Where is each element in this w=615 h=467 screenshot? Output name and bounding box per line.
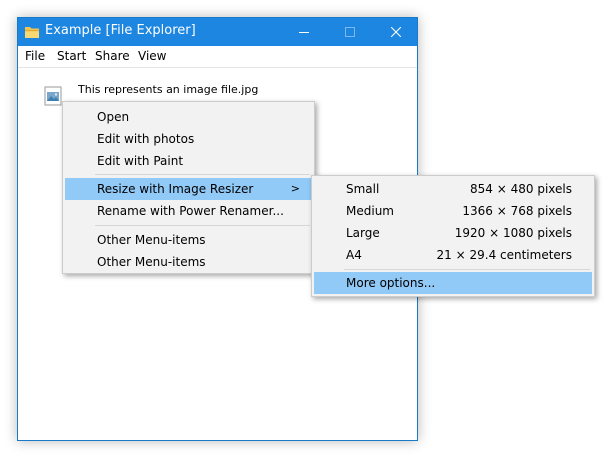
size-value: 854 × 480 pixels <box>470 182 572 196</box>
size-name: Large <box>346 226 380 240</box>
menu-separator <box>95 225 310 226</box>
menu-start[interactable]: Start <box>57 49 86 63</box>
maximize-button[interactable] <box>327 18 373 46</box>
size-value: 21 × 29.4 centimeters <box>436 248 572 262</box>
menu-item-edit-with-photos[interactable]: Edit with photos <box>65 128 312 150</box>
size-name: Medium <box>346 204 394 218</box>
more-options-label: More options... <box>346 276 436 290</box>
submenu-separator <box>344 269 590 270</box>
menu-item-other-2[interactable]: Other Menu-items <box>65 251 312 273</box>
close-button[interactable] <box>373 18 419 46</box>
file-name[interactable]: This represents an image file.jpg <box>78 83 258 96</box>
submenu-item-more-options[interactable]: More options... <box>314 272 592 294</box>
submenu-item-small[interactable]: Small 854 × 480 pixels <box>314 178 592 200</box>
menu-item-rename-with-power-renamer[interactable]: Rename with Power Renamer... <box>65 200 312 222</box>
menu-bar: File Start Share View <box>18 46 417 68</box>
size-name: A4 <box>346 248 362 262</box>
resize-submenu: Small 854 × 480 pixels Medium 1366 × 768… <box>311 175 595 297</box>
submenu-arrow-icon: > <box>290 182 300 195</box>
menu-item-label: Resize with Image Resizer <box>97 182 254 196</box>
menu-item-edit-with-paint[interactable]: Edit with Paint <box>65 150 312 172</box>
menu-file[interactable]: File <box>25 49 45 63</box>
size-name: Small <box>346 182 380 196</box>
menu-item-other-1[interactable]: Other Menu-items <box>65 229 312 251</box>
submenu-item-medium[interactable]: Medium 1366 × 768 pixels <box>314 200 592 222</box>
menu-item-open[interactable]: Open <box>65 106 312 128</box>
submenu-item-a4[interactable]: A4 21 × 29.4 centimeters <box>314 244 592 266</box>
minimize-button[interactable] <box>281 18 327 46</box>
image-file-icon[interactable] <box>43 86 63 106</box>
context-menu: Open Edit with photos Edit with Paint Re… <box>62 101 315 274</box>
size-value: 1366 × 768 pixels <box>462 204 572 218</box>
menu-separator <box>95 174 310 175</box>
close-icon <box>391 27 401 37</box>
menu-item-resize-with-image-resizer[interactable]: Resize with Image Resizer > <box>65 178 312 200</box>
menu-share[interactable]: Share <box>95 49 130 63</box>
submenu-item-large[interactable]: Large 1920 × 1080 pixels <box>314 222 592 244</box>
folder-icon <box>24 24 40 40</box>
window-title: Example [File Explorer] <box>45 23 196 38</box>
size-value: 1920 × 1080 pixels <box>454 226 572 240</box>
menu-view[interactable]: View <box>138 49 166 63</box>
title-bar[interactable]: Example [File Explorer] <box>18 18 417 46</box>
